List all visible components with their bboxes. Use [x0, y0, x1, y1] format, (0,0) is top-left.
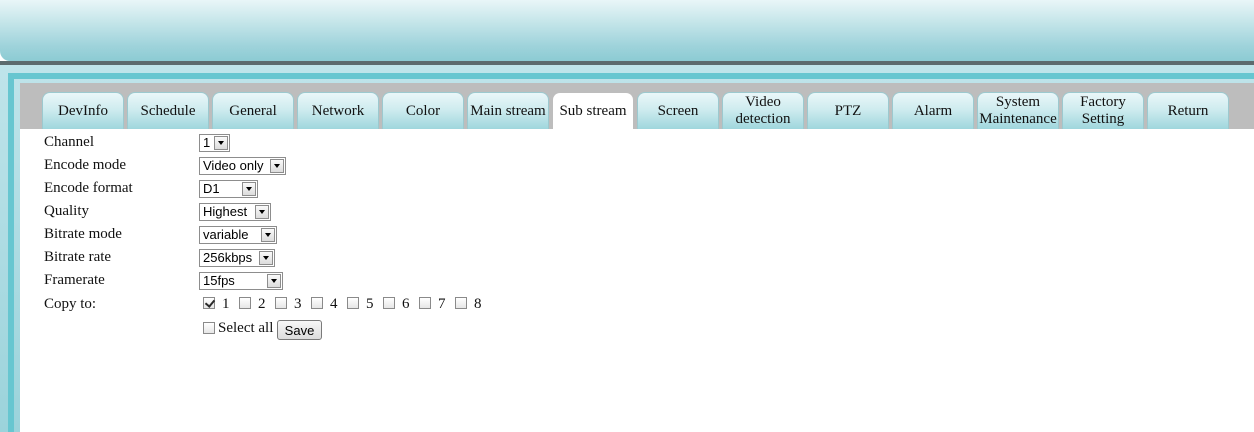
tab-label: System Maintenance: [979, 94, 1057, 127]
encode-mode-label: Encode mode: [44, 157, 127, 173]
tab-label: Video detection: [735, 94, 791, 127]
tab-label: Screen: [657, 102, 699, 119]
encode-format-select[interactable]: D1: [199, 180, 258, 198]
channel-row: Channel 1: [20, 130, 620, 152]
quality-value: Highest: [203, 204, 248, 219]
bitrate-rate-row: Bitrate rate 256kbps: [20, 245, 620, 267]
chevron-down-icon: [242, 182, 256, 196]
tab-schedule[interactable]: Schedule: [127, 92, 209, 129]
copy-to-channel-7-checkbox[interactable]: [419, 297, 431, 309]
bitrate-mode-label: Bitrate mode: [44, 226, 122, 242]
framerate-select[interactable]: 15fps: [199, 272, 283, 290]
encode-format-label: Encode format: [44, 180, 133, 196]
tab-label: PTZ: [834, 102, 862, 119]
channel-value: 1: [203, 135, 211, 150]
copy-to-channel-label: 7: [438, 296, 446, 312]
channel-select[interactable]: 1: [199, 134, 230, 152]
copy-to-channel-4-checkbox[interactable]: [311, 297, 323, 309]
copy-to-channel-label: 5: [366, 296, 374, 312]
copy-to-row: Copy to: 1 2 3 4 5 6 7 8: [20, 292, 720, 314]
tab-label: Network: [311, 102, 365, 119]
tab-main-stream[interactable]: Main stream: [467, 92, 549, 129]
tab-label: Main stream: [470, 102, 546, 119]
tab-network[interactable]: Network: [297, 92, 379, 129]
tab-factory-setting[interactable]: Factory Setting: [1062, 92, 1144, 129]
tab-label: Return: [1167, 102, 1209, 119]
copy-to-channel-label: 4: [330, 296, 338, 312]
framerate-value: 15fps: [203, 273, 235, 288]
tab-bar: DevInfo Schedule General Network Color M…: [20, 83, 1254, 129]
tab-label: Alarm: [913, 102, 953, 119]
copy-to-channel-label: 3: [294, 296, 302, 312]
encode-format-value: D1: [203, 181, 220, 196]
tab-label: General: [229, 102, 277, 119]
tab-color[interactable]: Color: [382, 92, 464, 129]
select-all-checkbox[interactable]: [203, 322, 215, 334]
select-all-row: Select all Save: [20, 317, 720, 340]
copy-to-channel-5-checkbox[interactable]: [347, 297, 359, 309]
bitrate-mode-value: variable: [203, 227, 249, 242]
bitrate-rate-value: 256kbps: [203, 250, 253, 265]
quality-select[interactable]: Highest: [199, 203, 271, 221]
encode-mode-row: Encode mode Video only: [20, 153, 620, 175]
quality-row: Quality Highest: [20, 199, 620, 221]
copy-to-channel-2-checkbox[interactable]: [239, 297, 251, 309]
copy-to-channel-label: 1: [222, 296, 230, 312]
copy-to-channel-1-checkbox[interactable]: [203, 297, 215, 309]
tab-sub-stream[interactable]: Sub stream: [552, 92, 634, 129]
framerate-row: Framerate 15fps: [20, 268, 620, 290]
content-panel: DevInfo Schedule General Network Color M…: [20, 83, 1254, 432]
tab-label: Schedule: [140, 102, 196, 119]
tab-system-maintenance[interactable]: System Maintenance: [977, 92, 1059, 129]
chevron-down-icon: [214, 136, 228, 150]
copy-to-channel-label: 2: [258, 296, 266, 312]
framerate-label: Framerate: [44, 272, 105, 288]
chevron-down-icon: [255, 205, 269, 219]
chevron-down-icon: [259, 251, 273, 265]
frame-top-edge: [8, 73, 1254, 79]
encode-format-row: Encode format D1: [20, 176, 620, 198]
channel-label: Channel: [44, 134, 94, 150]
copy-to-channel-label: 8: [474, 296, 482, 312]
tab-label: DevInfo: [58, 102, 108, 119]
tab-label: Factory Setting: [1080, 94, 1126, 127]
tab-label: Sub stream: [559, 102, 627, 119]
top-banner: [0, 0, 1254, 61]
chevron-down-icon: [261, 228, 275, 242]
tab-screen[interactable]: Screen: [637, 92, 719, 129]
tab-ptz[interactable]: PTZ: [807, 92, 889, 129]
tab-return[interactable]: Return: [1147, 92, 1229, 129]
chevron-down-icon: [270, 159, 284, 173]
copy-to-label: Copy to:: [44, 296, 97, 312]
save-button[interactable]: Save: [277, 320, 322, 340]
frame-left-edge: [8, 73, 14, 432]
bitrate-mode-row: Bitrate mode variable: [20, 222, 620, 244]
copy-to-channel-3-checkbox[interactable]: [275, 297, 287, 309]
tab-alarm[interactable]: Alarm: [892, 92, 974, 129]
bitrate-mode-select[interactable]: variable: [199, 226, 277, 244]
tab-video-detection[interactable]: Video detection: [722, 92, 804, 129]
select-all-label: Select all: [218, 320, 274, 336]
tab-label: Color: [405, 102, 441, 119]
encode-mode-value: Video only: [203, 158, 264, 173]
copy-to-channel-6-checkbox[interactable]: [383, 297, 395, 309]
copy-to-channel-label: 6: [402, 296, 410, 312]
encode-mode-select[interactable]: Video only: [199, 157, 286, 175]
copy-to-channel-8-checkbox[interactable]: [455, 297, 467, 309]
bitrate-rate-label: Bitrate rate: [44, 249, 112, 265]
tab-general[interactable]: General: [212, 92, 294, 129]
quality-label: Quality: [44, 203, 89, 219]
bitrate-rate-select[interactable]: 256kbps: [199, 249, 275, 267]
chevron-down-icon: [267, 274, 281, 288]
tab-devinfo[interactable]: DevInfo: [42, 92, 124, 129]
